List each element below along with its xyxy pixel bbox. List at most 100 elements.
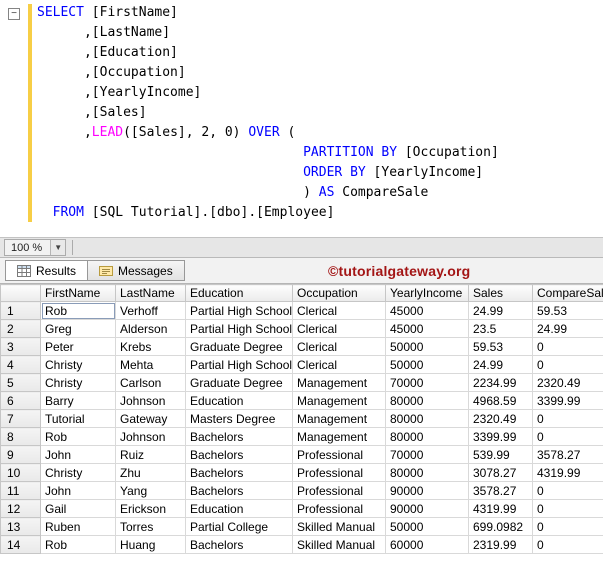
grid-cell[interactable]: Clerical	[292, 337, 386, 356]
grid-cell[interactable]: 0	[532, 481, 603, 500]
grid-cell[interactable]: 50000	[385, 517, 469, 536]
grid-cell[interactable]: 45000	[385, 301, 469, 320]
grid-cell[interactable]: Greg	[40, 319, 116, 338]
grid-cell[interactable]: Bachelors	[185, 445, 293, 464]
grid-cell[interactable]: 3078.27	[468, 463, 533, 482]
grid-cell[interactable]: 2320.49	[468, 409, 533, 428]
grid-cell[interactable]: 70000	[385, 373, 469, 392]
grid-cell[interactable]: 3399.99	[468, 427, 533, 446]
grid-cell[interactable]: Graduate Degree	[185, 373, 293, 392]
grid-cell[interactable]: 0	[532, 337, 603, 356]
grid-cell[interactable]: Management	[292, 427, 386, 446]
row-number-cell[interactable]: 9	[0, 445, 41, 464]
column-header[interactable]: Education	[185, 284, 293, 302]
grid-cell[interactable]: Torres	[115, 517, 186, 536]
grid-cell[interactable]: Bachelors	[185, 481, 293, 500]
grid-cell[interactable]: Carlson	[115, 373, 186, 392]
grid-cell[interactable]: 0	[532, 517, 603, 536]
row-number-cell[interactable]: 4	[0, 355, 41, 374]
grid-cell[interactable]: 50000	[385, 355, 469, 374]
chevron-down-icon[interactable]: ▼	[50, 240, 66, 255]
grid-cell[interactable]: Clerical	[292, 319, 386, 338]
grid-cell[interactable]: Christy	[40, 463, 116, 482]
grid-cell[interactable]: 24.99	[468, 301, 533, 320]
grid-cell[interactable]: Mehta	[115, 355, 186, 374]
row-number-cell[interactable]: 10	[0, 463, 41, 482]
column-header[interactable]: FirstName	[40, 284, 116, 302]
row-number-cell[interactable]: 3	[0, 337, 41, 356]
grid-cell[interactable]: 0	[532, 427, 603, 446]
zoom-select[interactable]: 100 % ▼	[4, 239, 67, 256]
grid-cell[interactable]: 70000	[385, 445, 469, 464]
grid-cell[interactable]: 80000	[385, 409, 469, 428]
grid-cell[interactable]: Erickson	[115, 499, 186, 518]
row-number-cell[interactable]: 14	[0, 535, 41, 554]
grid-cell[interactable]: Ruben	[40, 517, 116, 536]
grid-cell[interactable]: Graduate Degree	[185, 337, 293, 356]
grid-cell[interactable]: Peter	[40, 337, 116, 356]
grid-cell[interactable]: Management	[292, 373, 386, 392]
grid-cell[interactable]: 59.53	[532, 301, 603, 320]
grid-cell[interactable]: Professional	[292, 445, 386, 464]
grid-cell[interactable]: 50000	[385, 337, 469, 356]
grid-cell[interactable]: Johnson	[115, 391, 186, 410]
grid-cell[interactable]: Christy	[40, 373, 116, 392]
grid-cell[interactable]: Rob	[40, 535, 116, 554]
grid-cell[interactable]: Bachelors	[185, 427, 293, 446]
grid-cell[interactable]: Education	[185, 391, 293, 410]
grid-cell[interactable]: Partial High School	[185, 319, 293, 338]
grid-cell[interactable]: Gail	[40, 499, 116, 518]
grid-cell[interactable]: Alderson	[115, 319, 186, 338]
grid-cell[interactable]: Bachelors	[185, 463, 293, 482]
grid-cell[interactable]: Gateway	[115, 409, 186, 428]
grid-cell[interactable]: 2319.99	[468, 535, 533, 554]
grid-cell[interactable]: 539.99	[468, 445, 533, 464]
grid-cell[interactable]: John	[40, 445, 116, 464]
code-line[interactable]: ,[Sales]	[37, 103, 499, 123]
code-line[interactable]: SELECT [FirstName]	[37, 3, 499, 23]
grid-cell[interactable]: Johnson	[115, 427, 186, 446]
column-header[interactable]: LastName	[115, 284, 186, 302]
grid-cell[interactable]: Education	[185, 499, 293, 518]
row-number-cell[interactable]: 11	[0, 481, 41, 500]
grid-cell[interactable]: 0	[532, 499, 603, 518]
grid-cell[interactable]: 3578.27	[468, 481, 533, 500]
grid-cell[interactable]: Rob	[40, 427, 116, 446]
column-header[interactable]: CompareSale	[532, 284, 603, 302]
grid-cell[interactable]: Christy	[40, 355, 116, 374]
grid-cell[interactable]: 90000	[385, 499, 469, 518]
sql-editor[interactable]: − SELECT [FirstName] ,[LastName] ,[Educa…	[0, 0, 603, 237]
grid-cell[interactable]: Masters Degree	[185, 409, 293, 428]
grid-cell[interactable]: 3578.27	[532, 445, 603, 464]
grid-cell[interactable]: 2234.99	[468, 373, 533, 392]
code-line[interactable]: ORDER BY [YearlyIncome]	[37, 163, 499, 183]
row-number-cell[interactable]: 12	[0, 499, 41, 518]
code-line[interactable]: ) AS CompareSale	[37, 183, 499, 203]
grid-cell[interactable]: 0	[532, 535, 603, 554]
grid-cell[interactable]: Verhoff	[115, 301, 186, 320]
grid-cell[interactable]: Professional	[292, 463, 386, 482]
code-line[interactable]: FROM [SQL Tutorial].[dbo].[Employee]	[37, 203, 499, 223]
row-number-cell[interactable]: 6	[0, 391, 41, 410]
grid-cell[interactable]: Krebs	[115, 337, 186, 356]
grid-cell[interactable]: Partial High School	[185, 355, 293, 374]
grid-cell[interactable]: 59.53	[468, 337, 533, 356]
row-number-cell[interactable]: 8	[0, 427, 41, 446]
grid-cell[interactable]: Partial High School	[185, 301, 293, 320]
grid-cell[interactable]: 80000	[385, 427, 469, 446]
code-collapse-toggle[interactable]: −	[8, 8, 20, 20]
row-number-cell[interactable]: 7	[0, 409, 41, 428]
column-header[interactable]: YearlyIncome	[385, 284, 469, 302]
grid-cell[interactable]: Clerical	[292, 301, 386, 320]
grid-cell[interactable]: Professional	[292, 499, 386, 518]
grid-cell[interactable]: 0	[532, 355, 603, 374]
tab-results[interactable]: Results	[5, 260, 89, 281]
grid-cell[interactable]: 24.99	[532, 319, 603, 338]
row-number-cell[interactable]: 13	[0, 517, 41, 536]
code-line[interactable]: PARTITION BY [Occupation]	[37, 143, 499, 163]
grid-cell[interactable]: Yang	[115, 481, 186, 500]
tab-messages[interactable]: Messages	[87, 260, 185, 281]
grid-cell[interactable]: 2320.49	[532, 373, 603, 392]
grid-cell[interactable]: 80000	[385, 463, 469, 482]
sql-code[interactable]: SELECT [FirstName] ,[LastName] ,[Educati…	[37, 3, 499, 223]
